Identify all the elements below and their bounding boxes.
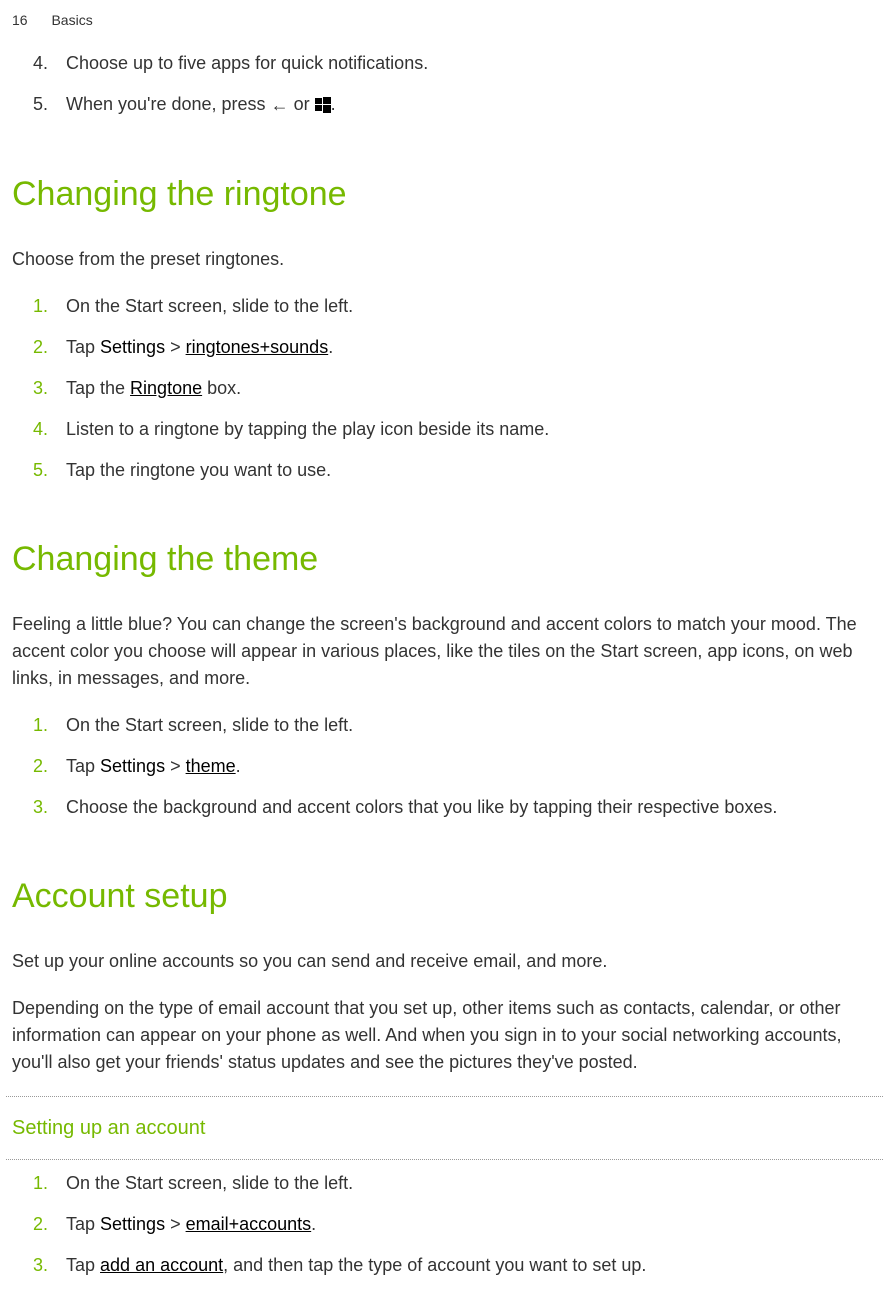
ringtone-intro: Choose from the preset ringtones. [6, 246, 883, 273]
account-para2: Depending on the type of email account t… [6, 995, 883, 1076]
list-item: 3. Tap add an account, and then tap the … [6, 1252, 883, 1279]
list-text: When you're done, press ← or . [66, 91, 883, 119]
list-text: Tap the Ringtone box. [66, 375, 883, 402]
list-item: 1. On the Start screen, slide to the lef… [6, 1170, 883, 1197]
list-number: 3. [6, 1252, 66, 1279]
list-text: Tap Settings > email+accounts. [66, 1211, 883, 1238]
list-number: 3. [6, 375, 66, 402]
heading-changing-theme: Changing the theme [6, 534, 883, 585]
page-content: 4. Choose up to five apps for quick noti… [0, 50, 889, 1293]
heading-account-setup: Account setup [6, 871, 883, 922]
list-text: Choose the background and accent colors … [66, 794, 883, 821]
list-text: On the Start screen, slide to the left. [66, 1170, 883, 1197]
list-item: 5. Tap the ringtone you want to use. [6, 457, 883, 484]
list-text: Choose up to five apps for quick notific… [66, 50, 883, 77]
list-number: 2. [6, 334, 66, 361]
list-item: 4. Listen to a ringtone by tapping the p… [6, 416, 883, 443]
list-number: 5. [6, 91, 66, 119]
list-number: 3. [6, 794, 66, 821]
heading-changing-ringtone: Changing the ringtone [6, 169, 883, 220]
list-text: Listen to a ringtone by tapping the play… [66, 416, 883, 443]
list-item: 1. On the Start screen, slide to the lef… [6, 293, 883, 320]
list-number: 1. [6, 293, 66, 320]
list-text: Tap add an account, and then tap the typ… [66, 1252, 883, 1279]
list-text: Tap Settings > ringtones+sounds. [66, 334, 883, 361]
list-text: On the Start screen, slide to the left. [66, 712, 883, 739]
list-number: 1. [6, 712, 66, 739]
list-item: 3. Tap the Ringtone box. [6, 375, 883, 402]
list-text: On the Start screen, slide to the left. [66, 293, 883, 320]
list-number: 4. [6, 416, 66, 443]
list-item: 1. On the Start screen, slide to the lef… [6, 712, 883, 739]
list-text: Tap Settings > theme. [66, 753, 883, 780]
theme-intro: Feeling a little blue? You can change th… [6, 611, 883, 692]
list-number: 5. [6, 457, 66, 484]
list-number: 4. [6, 50, 66, 77]
list-item: 3. Choose the background and accent colo… [6, 794, 883, 821]
list-item: 4. Choose up to five apps for quick noti… [6, 50, 883, 77]
page-header: 16 Basics [12, 10, 93, 31]
list-text: Tap the ringtone you want to use. [66, 457, 883, 484]
list-number: 1. [6, 1170, 66, 1197]
back-arrow-icon: ← [271, 92, 289, 119]
windows-icon [315, 97, 331, 113]
list-item: 2. Tap Settings > ringtones+sounds. [6, 334, 883, 361]
list-item: 5. When you're done, press ← or . [6, 91, 883, 119]
list-item: 2. Tap Settings > email+accounts. [6, 1211, 883, 1238]
page-number: 16 [12, 12, 28, 28]
account-para1: Set up your online accounts so you can s… [6, 948, 883, 975]
list-number: 2. [6, 1211, 66, 1238]
section-name: Basics [51, 12, 92, 28]
list-number: 2. [6, 753, 66, 780]
list-item: 2. Tap Settings > theme. [6, 753, 883, 780]
subheading-setting-up-account: Setting up an account [6, 1107, 883, 1149]
dotted-divider [6, 1096, 883, 1097]
